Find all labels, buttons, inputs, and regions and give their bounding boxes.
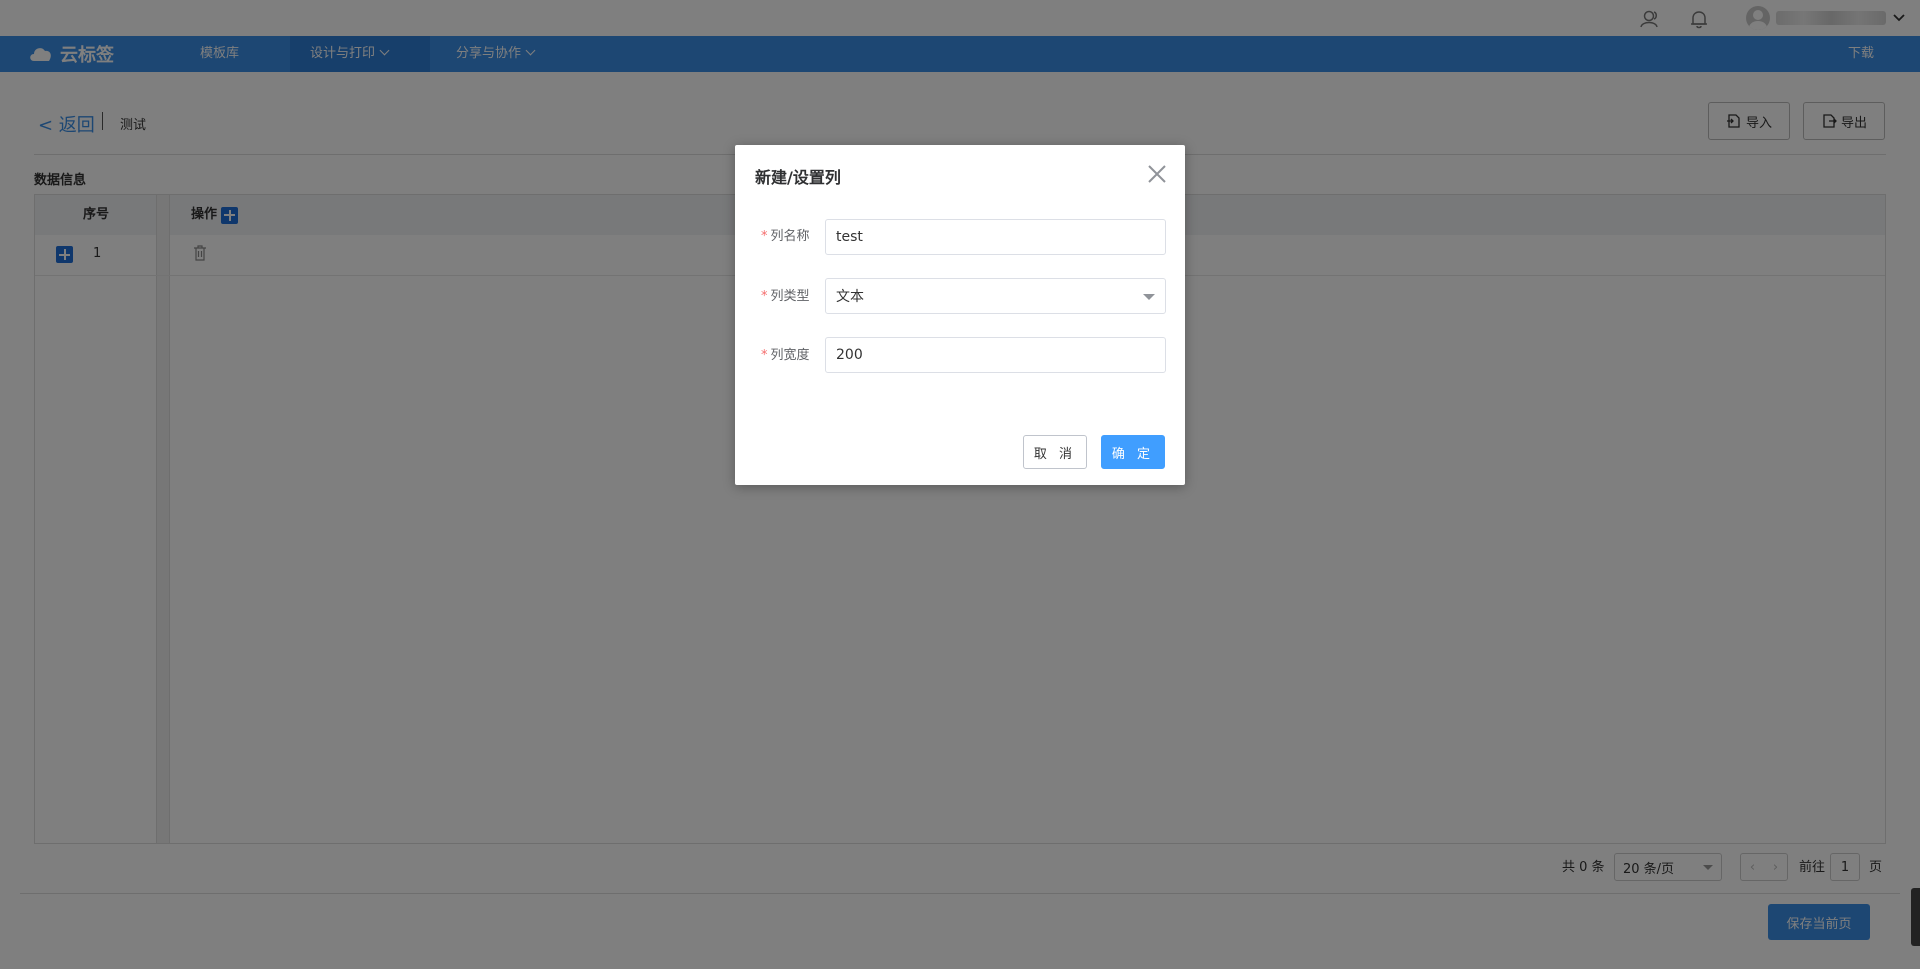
column-settings-dialog: 新建/设置列 * 列名称 test * 列类型 文本 * 列宽度 200 取 消 确 … bbox=[735, 145, 1185, 485]
column-width-input[interactable]: 200 bbox=[825, 337, 1166, 373]
confirm-button[interactable]: 确 定 bbox=[1101, 435, 1165, 469]
dialog-title: 新建/设置列 bbox=[755, 168, 841, 187]
field-label-width: * 列宽度 bbox=[761, 348, 810, 363]
close-icon[interactable] bbox=[1146, 163, 1168, 185]
field-label-type: * 列类型 bbox=[761, 289, 810, 304]
field-label-name: * 列名称 bbox=[761, 229, 810, 244]
column-type-select[interactable]: 文本 bbox=[825, 278, 1166, 314]
caret-down-icon bbox=[1143, 294, 1155, 300]
cancel-button[interactable]: 取 消 bbox=[1023, 435, 1087, 469]
column-type-value: 文本 bbox=[836, 289, 864, 305]
column-name-input[interactable]: test bbox=[825, 219, 1166, 255]
